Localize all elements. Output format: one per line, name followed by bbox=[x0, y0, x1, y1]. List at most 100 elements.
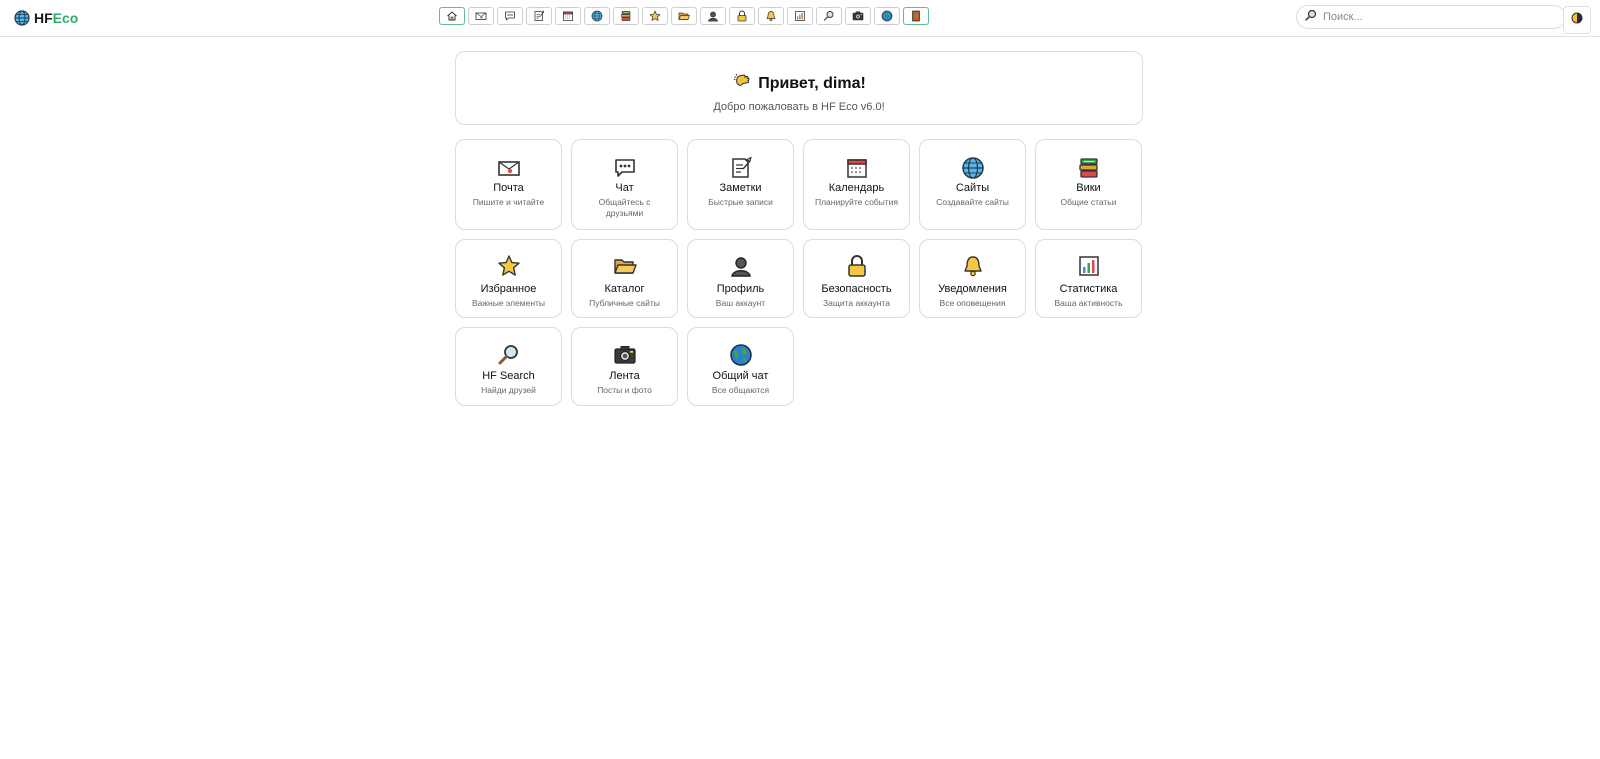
app-card-description: Общайтесь с друзьями bbox=[598, 197, 651, 218]
nav-button-calendar[interactable] bbox=[555, 7, 581, 25]
chat-icon bbox=[504, 10, 516, 22]
nav-button-folder[interactable] bbox=[671, 7, 697, 25]
earth-icon bbox=[729, 343, 753, 367]
nav-button-mail[interactable] bbox=[468, 7, 494, 25]
app-card-title: Сайты bbox=[955, 182, 990, 194]
app-card-title: Чат bbox=[615, 182, 634, 194]
app-card-title: Общий чат bbox=[712, 370, 769, 382]
app-card-feed[interactable]: Лента Посты и фото bbox=[571, 327, 678, 406]
search-input[interactable] bbox=[1323, 11, 1523, 23]
top-navigation bbox=[439, 7, 929, 25]
waving-hand-icon bbox=[732, 71, 752, 96]
app-card-description: Планируйте события bbox=[814, 197, 899, 207]
nav-button-magnifier[interactable] bbox=[816, 7, 842, 25]
notes-icon bbox=[533, 10, 545, 22]
bell-icon bbox=[961, 254, 985, 278]
app-card-profile[interactable]: Профиль Ваш аккаунт bbox=[687, 239, 794, 318]
globe-icon bbox=[961, 156, 985, 180]
nav-button-globe[interactable] bbox=[584, 7, 610, 25]
app-card-stats[interactable]: Статистика Ваша активность bbox=[1035, 239, 1142, 318]
folder-icon bbox=[678, 10, 690, 22]
app-card-wiki[interactable]: Вики Общие статьи bbox=[1035, 139, 1142, 230]
nav-button-home[interactable] bbox=[439, 7, 465, 25]
mail-icon bbox=[475, 10, 487, 22]
app-card-mail[interactable]: Почта Пишите и читайте bbox=[455, 139, 562, 230]
search-icon bbox=[1305, 8, 1317, 26]
nav-button-bell[interactable] bbox=[758, 7, 784, 25]
nav-button-notes[interactable] bbox=[526, 7, 552, 25]
app-card-calendar[interactable]: Календарь Планируйте события bbox=[803, 139, 910, 230]
app-card-description: Пишите и читайте bbox=[472, 197, 545, 207]
app-card-title: Календарь bbox=[828, 182, 885, 194]
welcome-panel: Привет, dima! Добро пожаловать в HF Eco … bbox=[455, 51, 1143, 125]
app-card-description: Публичные сайты bbox=[589, 298, 660, 308]
app-card-title: Заметки bbox=[719, 182, 762, 194]
nav-button-chart[interactable] bbox=[787, 7, 813, 25]
nav-button-lock[interactable] bbox=[729, 7, 755, 25]
app-logo[interactable]: HF Eco bbox=[14, 8, 78, 28]
app-card-description: Важные элементы bbox=[471, 298, 546, 308]
welcome-subtitle: Добро пожаловать в HF Eco v6.0! bbox=[713, 101, 885, 113]
folder-icon bbox=[613, 254, 637, 278]
app-card-notifications[interactable]: Уведомления Все оповещения bbox=[919, 239, 1026, 318]
app-card-title: Профиль bbox=[716, 283, 765, 295]
nav-button-exit-door[interactable] bbox=[903, 7, 929, 25]
app-card-title: HF Search bbox=[482, 370, 535, 382]
bell-icon bbox=[765, 10, 777, 22]
calendar-icon bbox=[562, 10, 574, 22]
app-card-description: Посты и фото bbox=[597, 385, 652, 395]
books-icon bbox=[1077, 156, 1101, 180]
app-card-description: Ваша активность bbox=[1054, 298, 1123, 308]
app-card-description: Все общаются bbox=[711, 385, 770, 395]
nav-button-books[interactable] bbox=[613, 7, 639, 25]
app-card-general-chat[interactable]: Общий чат Все общаются bbox=[687, 327, 794, 406]
app-card-hf-search[interactable]: HF Search Найди друзей bbox=[455, 327, 562, 406]
app-card-description: Общие статьи bbox=[1060, 197, 1117, 207]
home-icon bbox=[446, 10, 458, 22]
app-card-title: Каталог bbox=[604, 283, 645, 295]
lock-icon bbox=[736, 10, 748, 22]
welcome-heading: Привет, dima! bbox=[456, 71, 1142, 96]
app-card-sites[interactable]: Сайты Создавайте сайты bbox=[919, 139, 1026, 230]
theme-toggle-button[interactable] bbox=[1563, 6, 1591, 34]
app-card-security[interactable]: Безопасность Защита аккаунта bbox=[803, 239, 910, 318]
nav-button-earth[interactable] bbox=[874, 7, 900, 25]
earth-icon bbox=[881, 10, 893, 22]
calendar-icon bbox=[845, 156, 869, 180]
nav-button-camera[interactable] bbox=[845, 7, 871, 25]
app-card-chat[interactable]: Чат Общайтесь с друзьями bbox=[571, 139, 678, 230]
app-card-description: Защита аккаунта bbox=[823, 298, 890, 308]
books-icon bbox=[620, 10, 632, 22]
globe-icon bbox=[591, 10, 603, 22]
app-card-description: Ваш аккаунт bbox=[715, 298, 766, 308]
globe-icon bbox=[14, 10, 30, 26]
welcome-greeting: Привет, dima! bbox=[758, 74, 866, 92]
app-card-description: Быстрые записи bbox=[708, 197, 773, 207]
app-card-title: Лента bbox=[609, 370, 640, 382]
theme-toggle-icon bbox=[1571, 11, 1583, 29]
nav-button-profile[interactable] bbox=[700, 7, 726, 25]
chat-icon bbox=[613, 156, 637, 180]
app-card-title: Статистика bbox=[1059, 283, 1118, 295]
mail-icon bbox=[497, 156, 521, 180]
app-card-description: Найди друзей bbox=[481, 385, 536, 395]
star-icon bbox=[649, 10, 661, 22]
magnifier-icon bbox=[823, 10, 835, 22]
profile-icon bbox=[707, 10, 719, 22]
app-card-title: Безопасность bbox=[821, 283, 892, 295]
app-card-catalog[interactable]: Каталог Публичные сайты bbox=[571, 239, 678, 318]
search-box[interactable] bbox=[1296, 5, 1566, 29]
app-card-title: Вики bbox=[1076, 182, 1101, 194]
logo-text-eco: Eco bbox=[52, 10, 79, 26]
exit-door-icon bbox=[910, 10, 922, 22]
notes-icon bbox=[729, 156, 753, 180]
app-card-favorites[interactable]: Избранное Важные элементы bbox=[455, 239, 562, 318]
app-card-notes[interactable]: Заметки Быстрые записи bbox=[687, 139, 794, 230]
app-card-title: Избранное bbox=[480, 283, 537, 295]
star-icon bbox=[497, 254, 521, 278]
app-card-title: Почта bbox=[493, 182, 524, 194]
nav-button-star[interactable] bbox=[642, 7, 668, 25]
top-bar: HF Eco bbox=[0, 0, 1600, 37]
nav-button-chat[interactable] bbox=[497, 7, 523, 25]
magnifier-icon bbox=[497, 343, 521, 367]
